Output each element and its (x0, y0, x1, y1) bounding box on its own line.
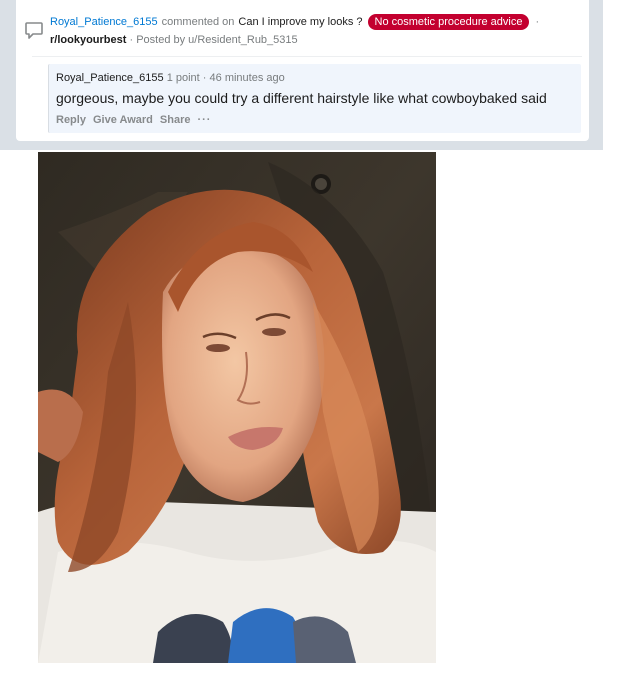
commenter-link[interactable]: Royal_Patience_6155 (50, 16, 158, 28)
comment-box: Royal_Patience_6155 1 point · 46 minutes… (48, 64, 581, 133)
comment-meta: Royal_Patience_6155 1 point · 46 minutes… (56, 72, 285, 84)
comment-body: gorgeous, maybe you could try a differen… (56, 90, 547, 106)
share-button[interactable]: Share (160, 114, 191, 126)
more-options-icon[interactable]: ··· (197, 114, 211, 126)
comment-activity-card: Royal_Patience_6155 commented on Can I i… (16, 0, 589, 141)
post-flair-badge: No cosmetic procedure advice (367, 14, 530, 30)
selfie-image (38, 152, 436, 663)
action-text: commented on (161, 16, 235, 28)
reply-button[interactable]: Reply (56, 114, 86, 126)
activity-header: Royal_Patience_6155 commented on Can I i… (50, 14, 539, 30)
subreddit-link[interactable]: r/lookyourbest (50, 34, 126, 46)
post-title-link[interactable]: Can I improve my looks ? (238, 16, 362, 28)
post-photo (38, 152, 436, 663)
comment-author-link[interactable]: Royal_Patience_6155 (56, 72, 164, 84)
comment-time[interactable]: 46 minutes ago (210, 72, 285, 84)
post-subheader: r/lookyourbest · Posted by u/Resident_Ru… (50, 34, 298, 46)
comment-points: 1 point (166, 72, 200, 84)
posted-by-text[interactable]: · Posted by u/Resident_Rub_5315 (129, 34, 297, 46)
divider (32, 56, 582, 57)
separator-dot: · (535, 16, 540, 28)
comment-icon (25, 22, 43, 39)
comment-separator: · (202, 72, 207, 84)
give-award-button[interactable]: Give Award (93, 114, 153, 126)
comment-actions: Reply Give Award Share ··· (56, 114, 211, 126)
